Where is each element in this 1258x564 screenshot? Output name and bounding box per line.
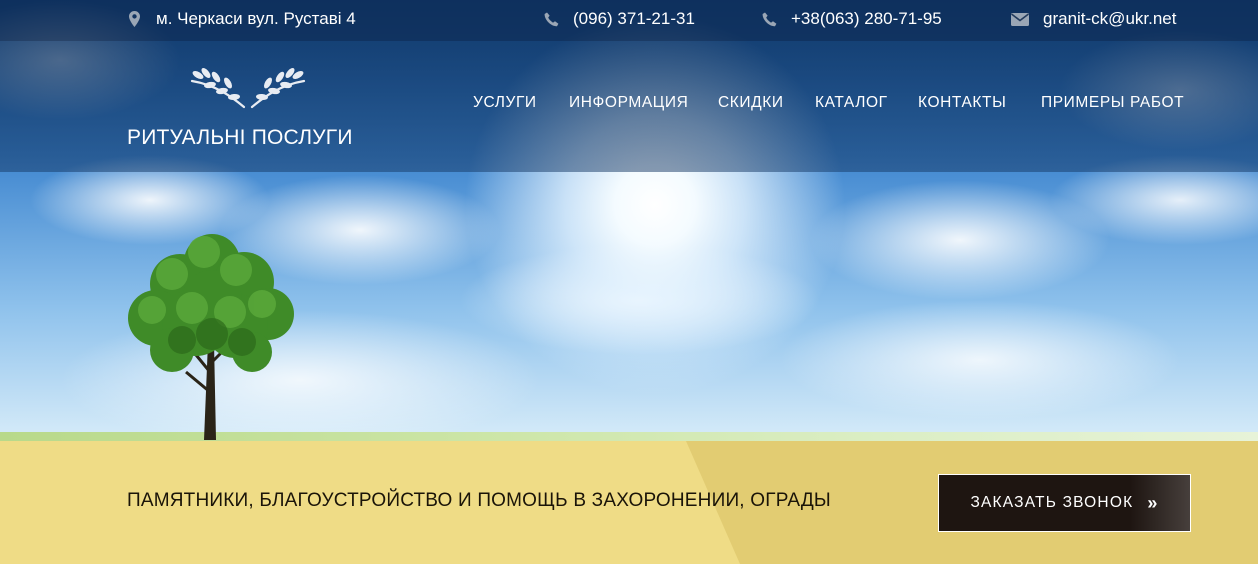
tree-image <box>128 234 294 440</box>
nav-item-discounts[interactable]: СКИДКИ <box>718 94 784 112</box>
phone-icon <box>543 10 559 28</box>
email-item[interactable]: granit-ck@ukr.net <box>1010 9 1176 29</box>
promo-tagline: ПАМЯТНИКИ, БЛАГОУСТРОЙСТВО И ПОМОЩЬ В ЗА… <box>127 490 831 511</box>
phone2-item[interactable]: +38(063) 280-71-95 <box>761 9 942 29</box>
nav-item-catalog[interactable]: КАТАЛОГ <box>815 94 888 112</box>
phone-icon <box>761 10 777 28</box>
email-text[interactable]: granit-ck@ukr.net <box>1043 9 1176 29</box>
phone1-item[interactable]: (096) 371-21-31 <box>543 9 695 29</box>
address-text: м. Черкаси вул. Руставі 4 <box>156 9 356 28</box>
brand-title[interactable]: РИТУАЛЬНІ ПОСЛУГИ <box>127 126 353 150</box>
nav-item-contacts[interactable]: КОНТАКТЫ <box>918 94 1006 112</box>
main-nav: УСЛУГИ ИНФОРМАЦИЯ СКИДКИ КАТАЛОГ КОНТАКТ… <box>0 94 1258 114</box>
phone2-text[interactable]: +38(063) 280-71-95 <box>791 9 942 29</box>
map-marker-icon <box>126 10 142 28</box>
nav-item-information[interactable]: ИНФОРМАЦИЯ <box>569 94 688 112</box>
order-call-label: ЗАКАЗАТЬ ЗВОНОК <box>970 494 1134 511</box>
nav-item-services[interactable]: УСЛУГИ <box>473 94 537 112</box>
double-chevron-right-icon: » <box>1147 492 1159 513</box>
site-header: РИТУАЛЬНІ ПОСЛУГИ УСЛУГИ ИНФОРМАЦИЯ СКИД… <box>0 41 1258 172</box>
phone1-text[interactable]: (096) 371-21-31 <box>573 9 695 29</box>
top-contact-bar: м. Черкаси вул. Руставі 4 (096) 371-21-3… <box>0 0 1258 41</box>
order-call-button[interactable]: ЗАКАЗАТЬ ЗВОНОК » <box>938 474 1191 532</box>
nav-item-portfolio[interactable]: ПРИМЕРЫ РАБОТ <box>1041 94 1184 112</box>
envelope-icon <box>1010 10 1029 28</box>
address-item: м. Черкаси вул. Руставі 4 <box>126 9 356 29</box>
